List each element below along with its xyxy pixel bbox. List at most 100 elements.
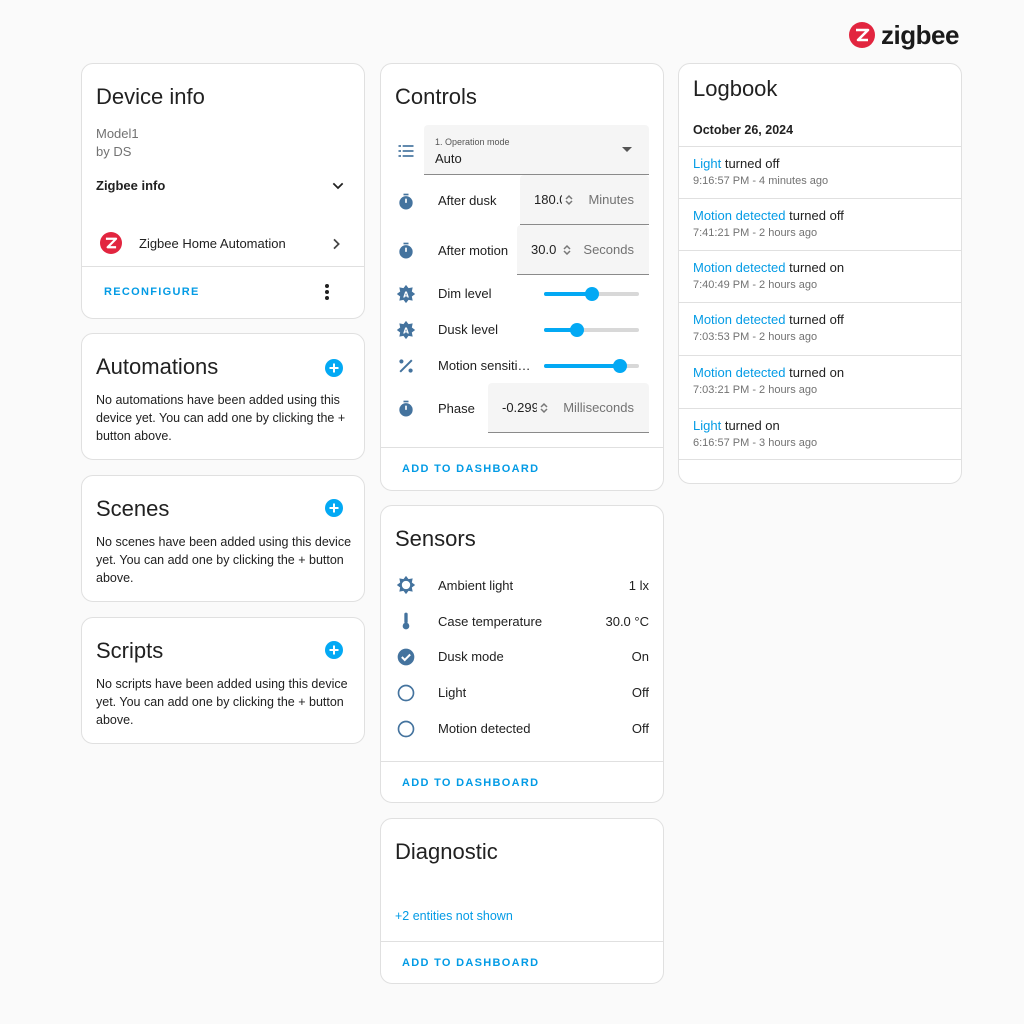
dusk-level-thumb[interactable] — [570, 323, 585, 337]
diagnostic-title: Diagnostic — [395, 839, 498, 864]
percent-icon — [399, 359, 413, 373]
diagnostic-card: Diagnostic +2 entities not shown ADD TO … — [380, 818, 664, 984]
logbook-title: Logbook — [693, 76, 778, 101]
log-time: 7:03:53 PM - 2 hours ago — [693, 331, 818, 343]
log-entity-link[interactable]: Motion detected — [693, 312, 786, 327]
check-circle-icon — [397, 648, 415, 666]
after-dusk-value: 180.0 — [534, 192, 562, 207]
phase-input[interactable]: -0.299 Milliseconds — [488, 383, 649, 433]
zigbee-mark-icon — [849, 22, 875, 48]
device-info-divider — [82, 266, 364, 267]
brightness-icon — [396, 575, 416, 595]
sensors-title: Sensors — [395, 526, 476, 551]
scripts-empty-text: No scripts have been added using this de… — [96, 677, 348, 727]
stepper-icon[interactable] — [540, 402, 548, 414]
device-info-title: Device info — [96, 84, 205, 109]
log-action: turned off — [789, 312, 844, 327]
dusk-level-slider[interactable] — [544, 323, 639, 337]
operation-mode-value: Auto — [435, 151, 462, 166]
controls-card: Controls 1. Operation mode Auto After du… — [380, 63, 664, 491]
sensor-row-light[interactable]: Light Off — [381, 681, 663, 705]
sensor-row-ambient-light[interactable]: Ambient light 1 lx — [381, 574, 663, 598]
motion-sensitivity-slider[interactable] — [544, 359, 639, 373]
list-icon — [398, 145, 414, 157]
chevron-down-icon — [332, 182, 344, 190]
scripts-card: Scripts No scripts have been added using… — [81, 617, 365, 744]
log-entity-link[interactable]: Light — [693, 156, 721, 171]
log-entry: Light turned off 9:16:57 PM - 4 minutes … — [679, 146, 961, 198]
log-action: turned off — [789, 208, 844, 223]
add-script-button[interactable] — [324, 640, 344, 660]
scenes-empty-text: No scenes have been added using this dev… — [96, 535, 352, 585]
sensor-label: Case temperature — [438, 614, 543, 629]
sensors-add-to-dashboard-button[interactable]: ADD TO DASHBOARD — [402, 777, 539, 789]
stepper-icon[interactable] — [563, 244, 571, 256]
zigbee-wordmark: zigbee — [881, 20, 959, 50]
phase-unit: Milliseconds — [563, 400, 634, 415]
reconfigure-button[interactable]: RECONFIGURE — [104, 286, 200, 298]
after-dusk-label: After dusk — [438, 193, 497, 208]
sensor-row-case-temperature[interactable]: Case temperature 30.0 °C — [381, 610, 663, 634]
more-vertical-icon[interactable] — [324, 284, 330, 300]
zigbee-info-label: Zigbee info — [96, 178, 166, 193]
motion-sensitivity-fill — [544, 364, 620, 368]
scripts-title: Scripts — [96, 638, 164, 663]
log-entity-link[interactable]: Motion detected — [693, 365, 786, 380]
circle-outline-icon — [397, 684, 415, 702]
sensor-value: Off — [631, 721, 649, 736]
automations-empty-text: No automations have been added using thi… — [96, 393, 346, 443]
log-action: turned on — [724, 418, 780, 433]
dim-level-slider[interactable] — [544, 287, 639, 301]
log-entity-link[interactable]: Light — [693, 418, 721, 433]
sensor-row-dusk-mode[interactable]: Dusk mode On — [381, 645, 663, 669]
log-action: turned on — [789, 260, 845, 275]
svg-text:A: A — [403, 326, 409, 335]
add-automation-button[interactable] — [324, 358, 344, 378]
diagnostic-add-to-dashboard-button[interactable]: ADD TO DASHBOARD — [402, 957, 539, 969]
log-action: turned on — [789, 365, 845, 380]
integration-link[interactable]: Zigbee Home Automation — [82, 224, 364, 260]
sensors-divider — [381, 761, 663, 762]
sensor-value: Off — [631, 685, 649, 700]
sensor-label: Light — [438, 685, 467, 700]
add-scene-button[interactable] — [324, 498, 344, 518]
after-motion-unit: Seconds — [583, 242, 634, 257]
motion-sensitivity-thumb[interactable] — [613, 359, 627, 373]
sensors-card: Sensors Ambient light 1 lx Case temperat… — [380, 505, 664, 803]
controls-divider — [381, 447, 663, 448]
diagnostic-divider — [381, 941, 663, 942]
hidden-entities-link[interactable]: +2 entities not shown — [395, 909, 513, 923]
log-entry: Motion detected turned off 7:03:53 PM - … — [679, 302, 961, 354]
log-time: 9:16:57 PM - 4 minutes ago — [693, 175, 829, 187]
after-motion-value: 30.0 — [531, 242, 557, 257]
dim-level-label: Dim level — [438, 286, 492, 301]
zigbee-logo: zigbee — [849, 20, 964, 50]
sensor-value: 1 lx — [628, 578, 649, 593]
brightness-auto-icon: A — [396, 320, 416, 340]
stepper-icon[interactable] — [565, 194, 573, 206]
automations-card: Automations No automations have been add… — [81, 333, 365, 460]
dusk-level-label: Dusk level — [438, 322, 498, 337]
device-info-card: Device info Model1 by DS Zigbee info Zig… — [81, 63, 365, 319]
after-dusk-input[interactable]: 180.0 Minutes — [520, 175, 649, 225]
logbook-card: Logbook October 26, 2024 Light turned of… — [678, 63, 962, 484]
timer-icon — [399, 400, 413, 417]
sensor-label: Ambient light — [438, 578, 514, 593]
after-motion-input[interactable]: 30.0 Seconds — [517, 225, 649, 275]
device-model: Model1 — [96, 126, 139, 141]
timer-icon — [399, 193, 413, 210]
controls-add-to-dashboard-button[interactable]: ADD TO DASHBOARD — [402, 463, 539, 475]
integration-label: Zigbee Home Automation — [139, 236, 286, 251]
zigbee-info-expander[interactable]: Zigbee info — [82, 168, 364, 204]
phase-value: -0.299 — [502, 400, 537, 415]
brightness-auto-icon: A — [396, 284, 416, 304]
log-entry: Motion detected turned on 7:03:21 PM - 2… — [679, 355, 961, 407]
caret-down-icon — [622, 147, 632, 152]
operation-mode-select[interactable]: 1. Operation mode Auto — [424, 125, 649, 175]
sensor-row-motion-detected[interactable]: Motion detected Off — [381, 717, 663, 741]
scenes-title: Scenes — [96, 496, 170, 521]
dim-level-thumb[interactable] — [584, 287, 599, 301]
log-entity-link[interactable]: Motion detected — [693, 260, 786, 275]
log-entity-link[interactable]: Motion detected — [693, 208, 786, 223]
zigbee-integration-icon — [100, 232, 122, 254]
